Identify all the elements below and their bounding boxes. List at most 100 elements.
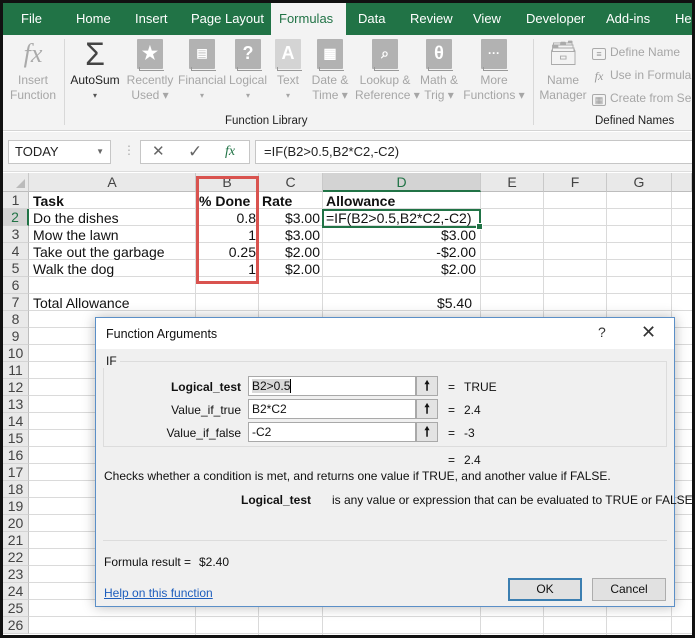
tab-home[interactable]: Home — [66, 3, 121, 35]
help-icon[interactable]: ? — [598, 324, 606, 340]
cell-a3[interactable]: Mow the lawn — [30, 227, 122, 244]
insert-function-button[interactable]: fx Insert Function — [6, 39, 60, 103]
row-header-6[interactable]: 6 — [3, 277, 29, 294]
row-header-24[interactable]: 24 — [3, 583, 29, 600]
row-header-13[interactable]: 13 — [3, 396, 29, 413]
row-header-12[interactable]: 12 — [3, 379, 29, 396]
column-header-d[interactable]: D — [323, 173, 481, 192]
chevron-down-icon[interactable]: ▼ — [96, 141, 104, 163]
lookup-reference-button[interactable]: ⌕ Lookup & Reference ▾ — [355, 39, 420, 103]
collapse-dialog-icon[interactable]: 🠕 — [416, 376, 438, 396]
tab-insert[interactable]: Insert — [125, 3, 178, 35]
cell-c1[interactable]: Rate — [259, 193, 295, 210]
collapse-dialog-icon[interactable]: 🠕 — [416, 399, 438, 419]
row-header-8[interactable]: 8 — [3, 311, 29, 328]
cell-d1[interactable]: Allowance — [323, 193, 398, 210]
cell-c4[interactable]: $2.00 — [259, 244, 323, 261]
logical-test-input[interactable]: B2>0.5 — [248, 376, 416, 396]
value-if-true-input[interactable]: B2*C2 — [248, 399, 416, 419]
row-header-26[interactable]: 26 — [3, 617, 29, 634]
logical-button[interactable]: ? Logical ▾ — [227, 39, 269, 103]
financial-button[interactable]: ▤ Financial ▾ — [175, 39, 229, 103]
overall-equals: = — [448, 453, 456, 467]
row-header-7[interactable]: 7 — [3, 294, 29, 311]
text-button[interactable]: A Text ▾ — [273, 39, 303, 103]
row-header-15[interactable]: 15 — [3, 430, 29, 447]
tab-file[interactable]: File — [11, 3, 52, 35]
tab-data[interactable]: Data — [348, 3, 395, 35]
row-header-20[interactable]: 20 — [3, 515, 29, 532]
cell-a2[interactable]: Do the dishes — [30, 210, 122, 227]
row-header-3[interactable]: 3 — [3, 226, 29, 243]
active-cell-indicator — [322, 209, 483, 230]
logical-test-result: TRUE — [464, 380, 497, 394]
cell-a5[interactable]: Walk the dog — [30, 261, 117, 278]
row-header-14[interactable]: 14 — [3, 413, 29, 430]
close-icon[interactable]: ✕ — [641, 322, 656, 343]
enter-icon[interactable]: ✓ — [188, 141, 202, 163]
equals-sign: = — [448, 403, 456, 417]
row-header-21[interactable]: 21 — [3, 532, 29, 549]
collapse-dialog-icon[interactable]: 🠕 — [416, 422, 438, 442]
autosum-button[interactable]: Σ AutoSum ▾ — [67, 36, 123, 103]
row-header-16[interactable]: 16 — [3, 447, 29, 464]
formula-input[interactable]: =IF(B2>0.5,B2*C2,-C2) — [255, 140, 692, 164]
row-header-9[interactable]: 9 — [3, 328, 29, 345]
more-functions-button[interactable]: ··· More Functions ▾ — [462, 39, 526, 103]
row-header-5[interactable]: 5 — [3, 260, 29, 277]
row-header-4[interactable]: 4 — [3, 243, 29, 260]
tab-view[interactable]: View — [463, 3, 511, 35]
row-header-23[interactable]: 23 — [3, 566, 29, 583]
column-header-c[interactable]: C — [259, 173, 323, 192]
name-manager-button[interactable]: 🗃 Name Manager — [536, 39, 590, 103]
recently-used-button[interactable]: ★ Recently Used ▾ — [124, 39, 176, 103]
tab-add-ins[interactable]: Add-ins — [596, 3, 660, 35]
column-header-f[interactable]: F — [544, 173, 607, 192]
column-header-h[interactable] — [672, 173, 692, 192]
row-header-18[interactable]: 18 — [3, 481, 29, 498]
cell-c5[interactable]: $2.00 — [259, 261, 323, 278]
cell-d7[interactable]: $5.40 — [323, 295, 475, 312]
tab-formulas[interactable]: Formulas — [271, 3, 346, 35]
row-header-11[interactable]: 11 — [3, 362, 29, 379]
row-header-1[interactable]: 1 — [3, 192, 29, 209]
row-header-2[interactable]: 2 — [3, 209, 29, 226]
cell-c3[interactable]: $3.00 — [259, 227, 323, 244]
help-on-this-function-link[interactable]: Help on this function — [104, 586, 213, 600]
ok-button[interactable]: OK — [508, 578, 582, 601]
row-header-22[interactable]: 22 — [3, 549, 29, 566]
dialog-title-bar[interactable]: Function Arguments ? ✕ — [96, 318, 674, 349]
select-all-button[interactable] — [3, 173, 29, 192]
create-from-selection-button[interactable]: ▦ Create from Sel — [592, 91, 692, 106]
cell-d3[interactable]: $3.00 — [323, 227, 479, 244]
row-header-17[interactable]: 17 — [3, 464, 29, 481]
tab-developer[interactable]: Developer — [516, 3, 595, 35]
tab-page-layout[interactable]: Page Layout — [181, 3, 274, 35]
define-name-button[interactable]: ≡ Define Name — [592, 45, 680, 60]
drag-handle-icon[interactable]: ⋮ — [123, 143, 135, 157]
cell-d5[interactable]: $2.00 — [323, 261, 479, 278]
tab-help[interactable]: Hel — [665, 3, 692, 35]
name-box[interactable]: TODAY ▼ — [8, 140, 111, 164]
cell-c2[interactable]: $3.00 — [259, 210, 323, 227]
insert-function-icon[interactable]: fx — [225, 141, 235, 163]
value-if-false-input[interactable]: -C2 — [248, 422, 416, 442]
cancel-button[interactable]: Cancel — [592, 578, 666, 601]
cell-a7[interactable]: Total Allowance — [30, 295, 133, 312]
column-header-g[interactable]: G — [607, 173, 672, 192]
tab-review[interactable]: Review — [400, 3, 463, 35]
math-trig-button[interactable]: θ Math & Trig ▾ — [417, 39, 461, 103]
row-header-19[interactable]: 19 — [3, 498, 29, 515]
cell-a1[interactable]: Task — [30, 193, 67, 210]
cell-d4[interactable]: -$2.00 — [323, 244, 479, 261]
cancel-icon[interactable]: ✕ — [152, 141, 165, 163]
date-time-button[interactable]: ▦ Date & Time ▾ — [309, 39, 351, 103]
sigma-icon: Σ — [85, 36, 105, 72]
column-header-a[interactable]: A — [29, 173, 196, 192]
row-header-10[interactable]: 10 — [3, 345, 29, 362]
cell-a4[interactable]: Take out the garbage — [30, 244, 168, 261]
use-in-formula-button[interactable]: fx Use in Formula — [592, 68, 692, 83]
divider — [103, 540, 667, 541]
row-header-25[interactable]: 25 — [3, 600, 29, 617]
column-header-e[interactable]: E — [481, 173, 544, 192]
